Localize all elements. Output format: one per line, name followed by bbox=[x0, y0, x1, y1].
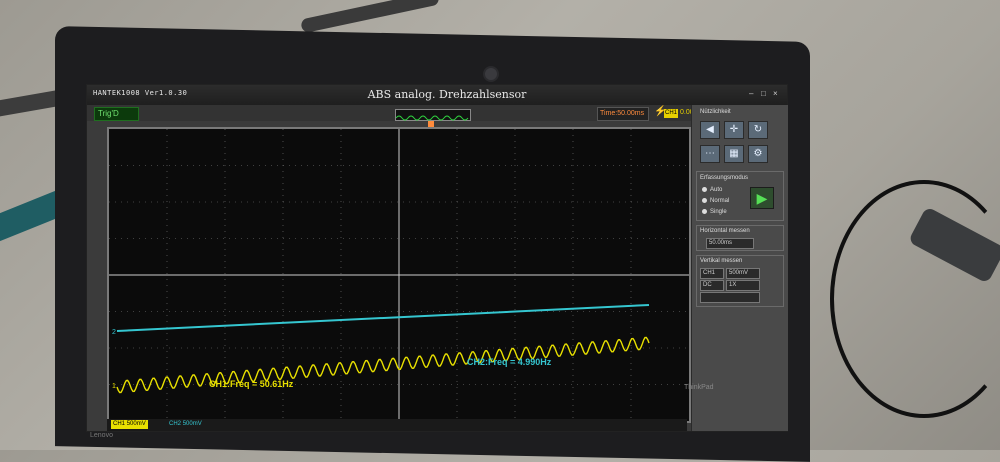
run-stop-button[interactable]: ▶ bbox=[750, 187, 774, 209]
waveform-overview[interactable] bbox=[395, 109, 471, 121]
ch2-scale-value: 500mV bbox=[182, 421, 202, 427]
close-button[interactable]: × bbox=[773, 89, 778, 98]
refresh-icon[interactable]: ↻ bbox=[748, 121, 768, 139]
radio-dot bbox=[702, 198, 707, 203]
thinkpad-logo: ThinkPad bbox=[684, 384, 714, 391]
lenovo-logo: Lenovo bbox=[90, 432, 113, 439]
ch1-frequency-label: CH1:Freq = 50.61Hz bbox=[209, 379, 294, 389]
mode-auto-radio[interactable]: Auto bbox=[702, 187, 722, 193]
nav-title: Nützlichkeit bbox=[700, 109, 731, 115]
title-bar: HANTEK1008 Ver1.0.30 ABS analog. Drehzah… bbox=[87, 85, 787, 105]
acquisition-title: Erfassungsmodus bbox=[700, 175, 749, 181]
mode-auto-label: Auto bbox=[710, 187, 723, 194]
ch2-offset-marker[interactable]: 2 bbox=[109, 329, 119, 337]
ch1-scale-value: 500mV bbox=[126, 421, 146, 427]
ch1-trace bbox=[116, 336, 650, 394]
settings-icon[interactable]: ⚙ bbox=[748, 145, 768, 163]
ch2-trace bbox=[116, 304, 650, 332]
grid-icon[interactable]: ▦ bbox=[724, 145, 744, 163]
vertical-title: Vertikal messen bbox=[700, 258, 743, 264]
webcam bbox=[483, 66, 499, 82]
cable-loop bbox=[830, 180, 1000, 418]
vertical-channel-select[interactable]: CH1 bbox=[700, 268, 724, 279]
horizontal-timebase-select[interactable]: 50.00ms bbox=[706, 238, 754, 249]
cursor-icon[interactable]: ✛ bbox=[724, 121, 744, 139]
ch2-frequency-label: CH2:Freq = 4.990Hz bbox=[467, 357, 552, 367]
horizontal-title: Horizontal messen bbox=[700, 228, 750, 234]
trigger-channel-tag[interactable]: CH1 bbox=[664, 109, 678, 118]
channel-scale-bar: CH1 500mV CH2 500mV bbox=[107, 419, 687, 431]
vertical-volts-select[interactable]: 500mV bbox=[726, 268, 760, 279]
ch2-scale-channel: CH2 bbox=[169, 421, 182, 427]
mode-single-label: Single bbox=[710, 209, 727, 216]
dots-icon[interactable]: ⋯ bbox=[700, 145, 720, 163]
mode-single-radio[interactable]: Single bbox=[702, 209, 727, 215]
arrow-left-icon[interactable]: ◀ bbox=[700, 121, 720, 139]
mode-normal-radio[interactable]: Normal bbox=[702, 198, 729, 204]
scope-display[interactable]: 2 1 CH1:Freq = 50.61Hz CH2:Freq = 4.990H… bbox=[107, 127, 691, 423]
probe-select[interactable]: 1X bbox=[726, 280, 760, 291]
control-panel: Nützlichkeit ◀ ✛ ↻ ⋯ ▦ ⚙ Erfassungsmodus… bbox=[691, 105, 788, 431]
app-name: HANTEK1008 Ver1.0.30 bbox=[93, 89, 188, 97]
oscilloscope-app-window: HANTEK1008 Ver1.0.30 ABS analog. Drehzah… bbox=[86, 84, 788, 432]
scope-grid bbox=[109, 129, 689, 421]
vertical-extra-select[interactable] bbox=[700, 292, 760, 303]
hose-top bbox=[300, 0, 440, 34]
radio-dot bbox=[702, 187, 707, 192]
ch1-scale-tag[interactable]: CH1 500mV bbox=[111, 420, 148, 429]
timebase-display[interactable]: Time:50.00ms bbox=[597, 107, 649, 121]
play-icon: ▶ bbox=[756, 190, 768, 206]
minimize-button[interactable]: – bbox=[749, 89, 753, 98]
window-title: ABS analog. Drehzahlsensor bbox=[367, 88, 527, 101]
mode-normal-label: Normal bbox=[710, 198, 730, 205]
trigger-status-badge: Trig'D bbox=[94, 107, 139, 121]
maximize-button[interactable]: □ bbox=[761, 89, 766, 98]
coupling-select[interactable]: DC bbox=[700, 280, 724, 291]
ch1-scale-channel: CH1 bbox=[113, 421, 126, 427]
ch1-offset-marker[interactable]: 1 bbox=[109, 383, 119, 391]
radio-dot bbox=[702, 209, 707, 214]
ch2-scale-tag[interactable]: CH2 500mV bbox=[167, 420, 204, 429]
